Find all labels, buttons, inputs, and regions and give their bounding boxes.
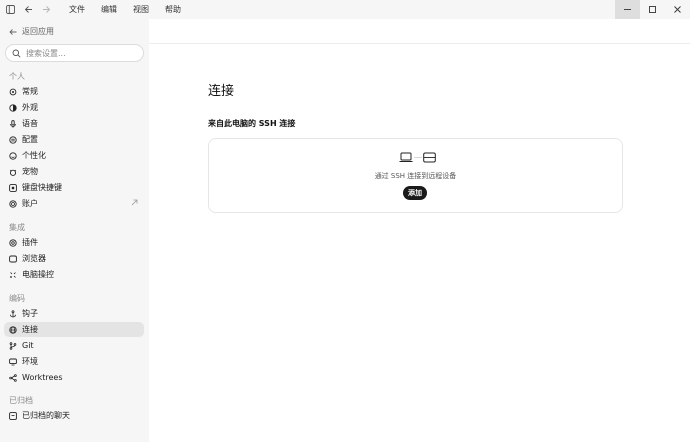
server-icon xyxy=(423,152,436,165)
group-label-archived: 已归档 xyxy=(9,396,33,405)
sidebar-item-connections[interactable]: 连接 xyxy=(4,322,144,337)
sidebar-item-label: 键盘快捷键 xyxy=(22,183,62,192)
sidebar-item-label: 连接 xyxy=(22,325,38,334)
sliders-icon xyxy=(9,135,17,144)
git-branch-icon xyxy=(9,341,17,350)
group-label-personal: 个人 xyxy=(9,72,25,81)
sidebar-item-label: 钩子 xyxy=(22,309,38,318)
plugin-icon xyxy=(9,238,17,247)
sidebar-item-git[interactable]: Git xyxy=(4,338,144,353)
sidebar-item-browser[interactable]: 浏览器 xyxy=(4,251,144,266)
sidebar-item-keyboard-shortcuts[interactable]: 键盘快捷键 xyxy=(4,180,144,195)
menu-file[interactable]: 文件 xyxy=(61,0,93,19)
sidebar-item-label: 浏览器 xyxy=(22,254,46,263)
main-top-bar xyxy=(149,19,690,44)
worktree-icon xyxy=(9,373,17,382)
sidebar-item-label: 插件 xyxy=(22,238,38,247)
sidebar-item-voice[interactable]: 语音 xyxy=(4,116,144,131)
search-input[interactable] xyxy=(26,48,136,58)
sidebar-item-label: 语音 xyxy=(22,119,38,128)
sidebar-item-general[interactable]: 常规 xyxy=(4,84,144,99)
back-arrow-icon xyxy=(9,28,17,35)
search-icon xyxy=(12,49,21,58)
card-icon-group xyxy=(399,152,436,165)
sidebar-item-environment[interactable]: 环境 xyxy=(4,354,144,369)
smiley-icon xyxy=(9,151,17,160)
close-button[interactable] xyxy=(665,0,690,19)
menu-help[interactable]: 帮助 xyxy=(157,0,189,19)
sidebar-item-label: 配置 xyxy=(22,135,38,144)
monitor-icon xyxy=(9,358,17,366)
computer-control-icon xyxy=(9,271,17,279)
window-controls xyxy=(615,0,690,19)
gear-icon xyxy=(9,88,17,96)
back-to-app-label: 返回应用 xyxy=(22,27,54,36)
sidebar-item-worktrees[interactable]: Worktrees xyxy=(4,370,144,385)
sidebar-item-label: 个性化 xyxy=(22,151,46,160)
sidebar-item-appearance[interactable]: 外观 xyxy=(4,100,144,115)
sidebar-item-archived-chats[interactable]: 已归档的聊天 xyxy=(4,408,144,423)
mic-icon xyxy=(9,119,17,128)
external-link-icon xyxy=(131,199,138,208)
sidebar-item-config[interactable]: 配置 xyxy=(4,132,144,147)
menu-edit[interactable]: 编辑 xyxy=(93,0,125,19)
pet-icon xyxy=(9,168,17,176)
archive-icon xyxy=(9,411,17,420)
sidebar-item-label: 已归档的聊天 xyxy=(22,411,70,420)
back-to-app-link[interactable]: 返回应用 xyxy=(9,26,54,37)
ssh-description: 通过 SSH 连接到远程设备 xyxy=(374,172,457,180)
sidebar-item-pets[interactable]: 宠物 xyxy=(4,164,144,179)
group-label-coding: 编码 xyxy=(9,294,25,303)
minimize-icon xyxy=(624,9,631,10)
menu-view[interactable]: 视图 xyxy=(125,0,157,19)
menu-bar: 文件 编辑 视图 帮助 xyxy=(61,0,189,19)
sidebar-item-hooks[interactable]: 钩子 xyxy=(4,306,144,321)
sidebar-item-plugins[interactable]: 插件 xyxy=(4,235,144,250)
sidebar-item-label: Worktrees xyxy=(22,373,63,382)
ssh-connection-card: 通过 SSH 连接到远程设备 添加 xyxy=(208,138,623,213)
sidebar-item-account[interactable]: 账户 xyxy=(4,196,144,211)
settings-sidebar: 返回应用 个人 常规 外观 语音 配置 个性化 宠物 键盘快捷键 账户 集成 xyxy=(0,19,149,442)
settings-search[interactable] xyxy=(5,44,144,62)
page-title: 连接 xyxy=(208,84,235,99)
browser-icon xyxy=(9,255,17,263)
palette-icon xyxy=(9,103,17,112)
sidebar-item-label: 账户 xyxy=(22,199,38,208)
add-ssh-button[interactable]: 添加 xyxy=(403,186,427,200)
sidebar-item-personalization[interactable]: 个性化 xyxy=(4,148,144,163)
maximize-icon xyxy=(649,6,656,13)
hook-icon xyxy=(9,309,17,318)
dotted-connector-icon xyxy=(414,152,422,165)
sidebar-item-label: 环境 xyxy=(22,357,38,366)
group-label-integrations: 集成 xyxy=(9,223,25,232)
laptop-icon xyxy=(399,152,413,165)
close-icon xyxy=(674,6,681,13)
sidebar-item-computer-control[interactable]: 电脑操控 xyxy=(4,267,144,282)
sidebar-toggle-icon[interactable] xyxy=(1,0,19,19)
keyboard-icon xyxy=(9,183,17,192)
sidebar-item-label: 宠物 xyxy=(22,167,38,176)
section-title: 来自此电脑的 SSH 连接 xyxy=(208,119,296,128)
title-bar: 文件 编辑 视图 帮助 xyxy=(0,0,690,19)
sidebar-item-label: 外观 xyxy=(22,103,38,112)
sidebar-item-label: Git xyxy=(22,341,34,350)
maximize-button[interactable] xyxy=(640,0,665,19)
forward-arrow-icon[interactable] xyxy=(37,0,55,19)
globe-icon xyxy=(9,325,17,334)
sidebar-item-label: 电脑操控 xyxy=(22,270,54,279)
account-icon xyxy=(9,199,17,208)
minimize-button[interactable] xyxy=(615,0,640,19)
back-arrow-icon[interactable] xyxy=(19,0,37,19)
sidebar-item-label: 常规 xyxy=(22,87,38,96)
